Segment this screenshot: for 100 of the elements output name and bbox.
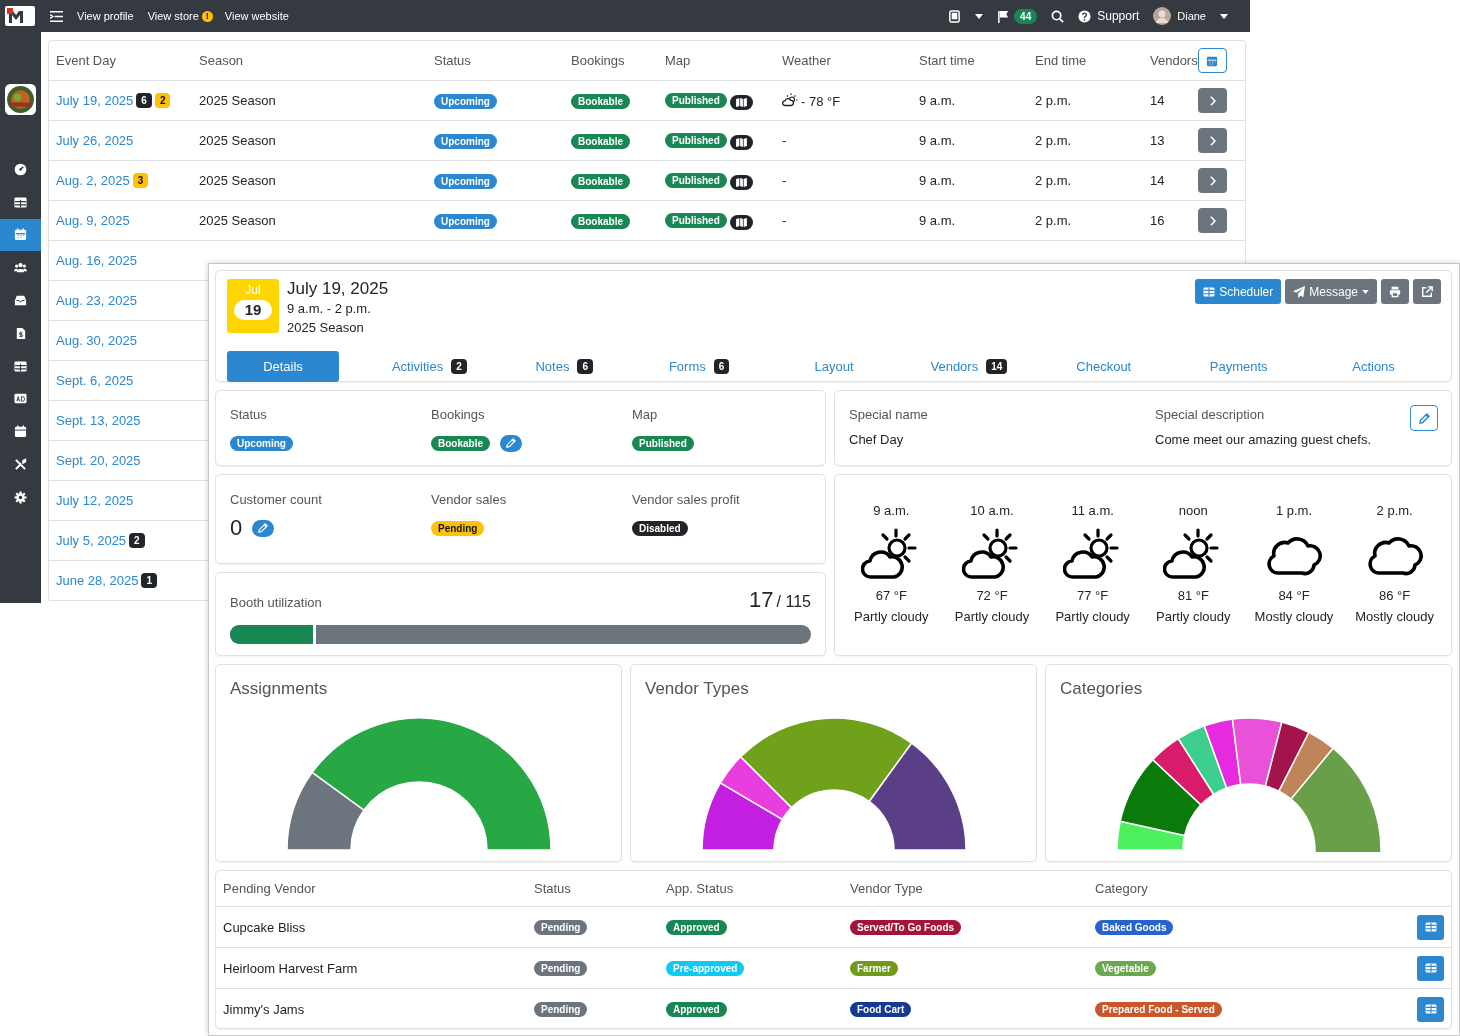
table-icon [1424,922,1437,932]
status-badge: Pre-approved [666,961,745,976]
grid-button[interactable] [1417,955,1444,981]
weather-text: - [782,173,787,188]
condition-label: Mostly cloudy [1254,609,1334,624]
event-date-link[interactable]: July 19, 2025 [56,93,134,108]
booth-total: / 115 [776,593,811,611]
field-label: Customer count [230,492,323,507]
tab[interactable]: Vendors 14 [920,351,1018,382]
nav-link[interactable]: View profile [77,10,134,22]
event-date-link[interactable]: June 28, 2025 [56,573,139,588]
type-badge: Farmer [850,961,898,976]
temperature: 81 °F [1177,588,1209,603]
grid-button[interactable] [1417,914,1444,940]
edit-button[interactable] [1410,405,1438,431]
condition-label: Partly cloudy [854,609,929,624]
table-cell: 9 a.m. [919,173,956,188]
column-header: Pending Vendor [223,881,316,896]
event-date-link[interactable]: Aug. 16, 2025 [56,253,137,268]
field-label: Vendor sales profit [632,492,741,507]
status-badge: Upcoming [434,93,497,109]
open-button[interactable] [1197,208,1227,233]
tab[interactable]: Details [227,351,339,382]
column-header: Category [1095,881,1148,896]
map-button[interactable] [729,94,753,110]
event-date-link[interactable]: Aug. 30, 2025 [56,333,137,348]
menu-icon[interactable] [50,9,63,23]
help-icon[interactable] [1078,9,1092,23]
status-badge: Bookable [571,93,630,109]
count-badge: 3 [132,173,149,188]
column-header: Weather [782,53,831,68]
map-button[interactable] [729,214,753,230]
event-date-link[interactable]: Aug. 2, 2025 [56,173,130,188]
flag-icon[interactable] [997,9,1011,23]
event-date-link[interactable]: July 5, 2025 [56,533,127,548]
tab[interactable]: Layout [804,351,864,382]
open-button[interactable] [1197,88,1227,113]
column-header: Event Day [56,53,116,68]
caret-icon[interactable] [975,13,984,19]
scheduler-button[interactable]: Scheduler [1195,279,1282,304]
vendor-name: Heirloom Harvest Farm [223,960,358,976]
external-link-button[interactable] [1413,279,1441,304]
event-date-link[interactable]: Aug. 23, 2025 [56,293,137,308]
search-icon[interactable] [1051,9,1065,23]
tab[interactable]: Forms 6 [658,351,740,382]
table-cell: 2 p.m. [1035,93,1072,108]
event-date-link[interactable]: Sept. 6, 2025 [56,373,134,388]
event-title: July 19, 2025 [287,279,389,299]
status-badge: Bookable [571,213,630,229]
support-link[interactable]: Support [1097,9,1140,23]
chart-slice [1231,717,1283,787]
open-button[interactable] [1197,128,1227,153]
event-date-link[interactable]: Aug. 9, 2025 [56,213,130,228]
avatar-icon[interactable] [1153,7,1172,25]
status-badge: Pending [534,961,588,976]
status-badge: Approved [666,920,727,935]
temperature: 67 °F [875,588,907,603]
column-header: App. Status [666,881,734,896]
logo-icon[interactable] [4,5,36,27]
table-icon [1424,1004,1437,1014]
status-badge: Pending [431,520,485,536]
field-label: Booth utilization [230,595,323,610]
map-button[interactable] [729,174,753,190]
customer-count: 0 [230,517,243,539]
print-button[interactable] [1381,279,1409,304]
map-button[interactable] [729,134,753,150]
tab[interactable]: Checkout [1066,351,1142,382]
status-badge: Bookable [571,133,630,149]
weather-text: - 78 °F [801,93,841,109]
message-button[interactable]: Message [1285,279,1377,304]
open-button[interactable] [1197,168,1227,193]
nav-link[interactable]: View website [224,10,289,22]
event-date-link[interactable]: July 12, 2025 [56,493,134,508]
table-cell: 2025 Season [199,173,276,188]
user-menu[interactable]: Diane [1177,10,1206,22]
tab[interactable]: Notes 6 [525,351,603,382]
temperature: 72 °F [976,588,1008,603]
tab[interactable]: Payments [1199,351,1278,382]
calendar-button[interactable] [1197,48,1227,73]
partly-cloudy-icon [782,92,798,107]
grid-button[interactable] [1417,996,1444,1022]
tab[interactable]: Actions [1342,351,1405,382]
category-badge: Baked Goods [1095,920,1174,935]
event-date-link[interactable]: Sept. 20, 2025 [56,453,141,468]
tablet-icon[interactable] [948,9,962,23]
event-date-link[interactable]: Sept. 13, 2025 [56,413,141,428]
status-badge: Bookable [431,435,490,451]
calendar-icon [14,228,27,242]
column-header: End time [1035,53,1087,68]
tab[interactable]: Activities 2 [381,351,477,382]
nav-link[interactable]: View store [147,10,199,22]
temperature: 84 °F [1278,588,1310,603]
sidebar-item[interactable] [0,218,41,252]
table-cell: 2 p.m. [1035,173,1072,188]
edit-button[interactable] [252,519,275,537]
logo-icon[interactable] [5,84,36,115]
edit-button[interactable] [500,434,522,452]
event-date-link[interactable]: July 26, 2025 [56,133,134,148]
caret-icon[interactable] [1220,13,1228,19]
category-badge: Vegetable [1095,961,1156,976]
